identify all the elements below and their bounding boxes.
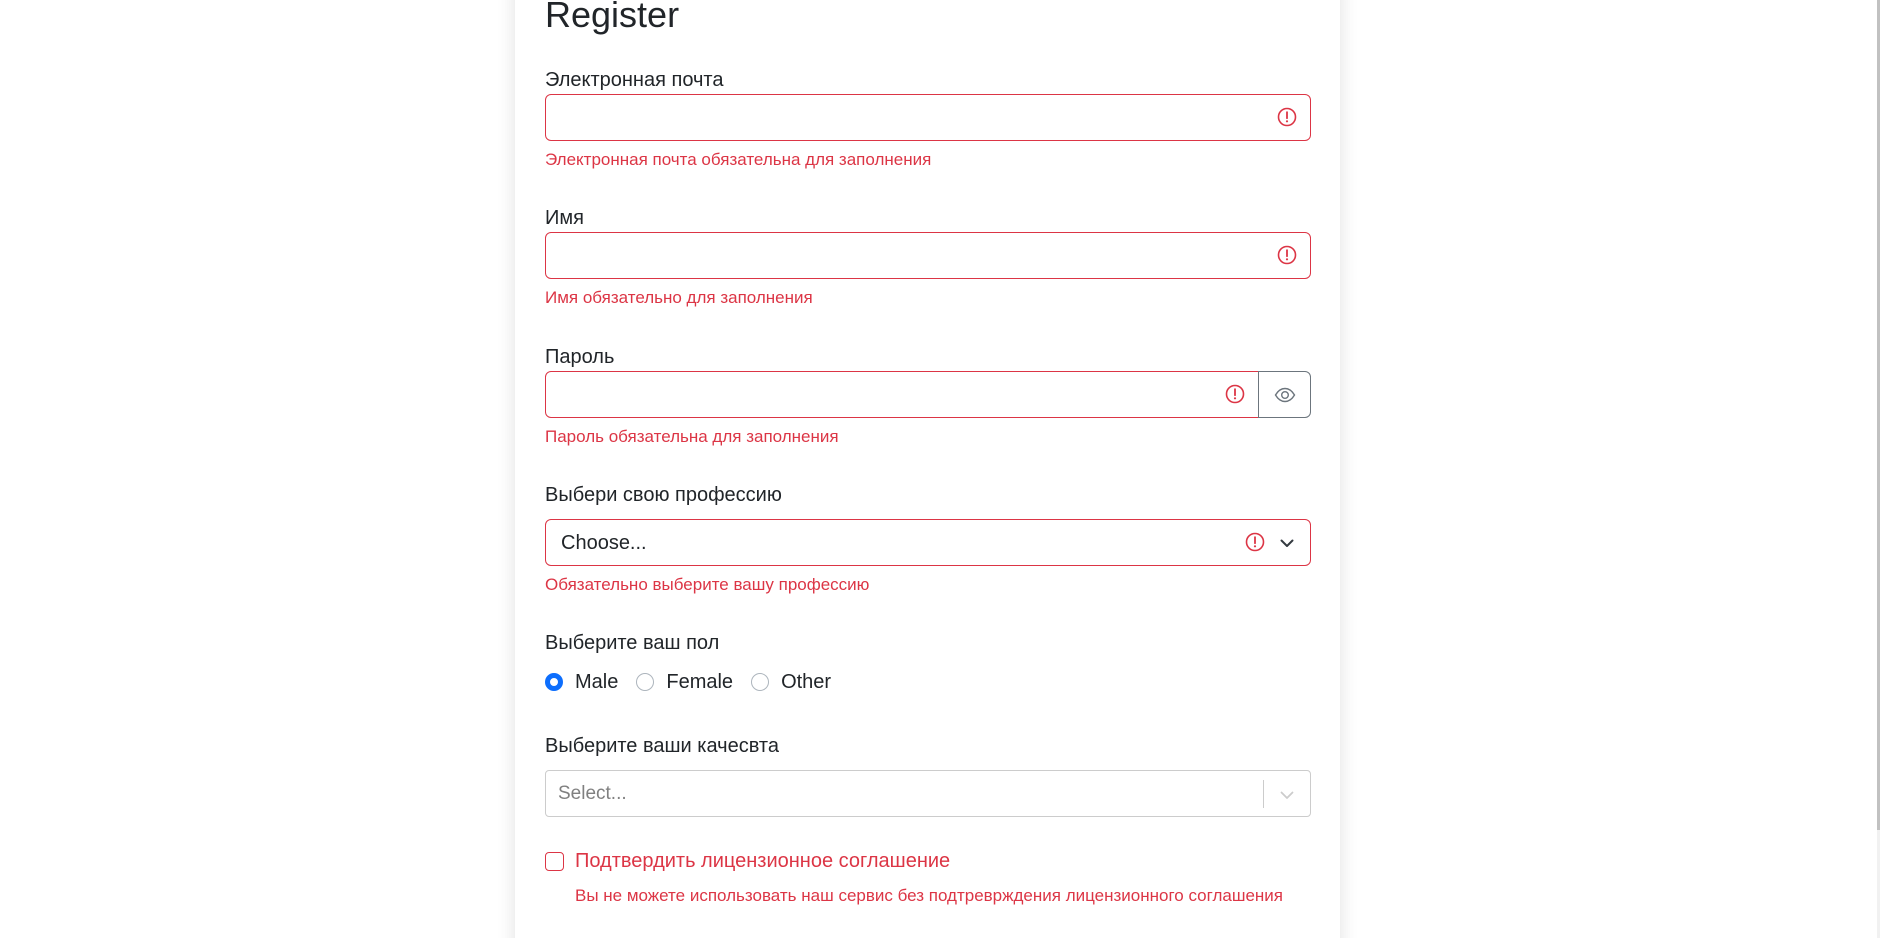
error-icon [1225, 384, 1245, 404]
gender-label: Выберите ваш пол [545, 632, 720, 654]
license-checkbox[interactable] [545, 852, 564, 871]
gender-option-female[interactable]: Female [636, 671, 733, 694]
profession-selected-value: Choose... [561, 532, 647, 554]
name-error-text: Имя обязательно для заполнения [545, 288, 813, 307]
radio-label: Other [781, 670, 832, 693]
toggle-password-visibility-button[interactable] [1258, 371, 1311, 418]
radio-male[interactable] [545, 673, 563, 691]
qualities-label: Выберите ваши качесвта [545, 735, 779, 757]
email-field[interactable] [560, 96, 1260, 139]
qualities-placeholder: Select... [558, 783, 627, 804]
email-field-wrapper [545, 94, 1311, 141]
error-icon [1245, 532, 1265, 552]
qualities-multiselect[interactable]: Select... [545, 770, 1311, 817]
password-field-wrapper [545, 371, 1259, 418]
license-error-text: Вы не можете использовать наш сервис без… [575, 886, 1284, 905]
password-error-text: Пароль обязательна для заполнения [545, 427, 839, 446]
radio-other[interactable] [751, 673, 770, 691]
name-field[interactable] [560, 234, 1260, 277]
gender-option-other[interactable]: Other [751, 671, 831, 694]
gender-radio-group: Male Female Other [545, 669, 849, 695]
profession-error-text: Обязательно выберите вашу профессию [545, 575, 870, 594]
radio-label: Female [666, 670, 734, 693]
chevron-down-icon [1280, 539, 1294, 547]
error-icon [1277, 245, 1297, 265]
eye-icon [1274, 387, 1295, 402]
chevron-down-icon[interactable] [1278, 786, 1296, 804]
license-label[interactable]: Подтвердить лицензионное соглашение [575, 850, 950, 873]
radio-label: Male [575, 670, 619, 693]
profession-label: Выбери свою профессию [545, 484, 782, 506]
error-icon [1277, 107, 1297, 127]
email-error-text: Электронная почта обязательна для заполн… [545, 150, 932, 169]
license-check-row: Подтвердить лицензионное соглашение [545, 850, 950, 873]
name-field-wrapper [545, 232, 1311, 279]
gender-option-male[interactable]: Male [545, 671, 618, 694]
password-field[interactable] [560, 373, 1210, 416]
password-label: Пароль [545, 346, 615, 368]
page-title: Register [545, 0, 680, 35]
page: Register Электронная почта Электронная п… [0, 0, 1880, 938]
email-label: Электронная почта [545, 69, 724, 91]
profession-select[interactable]: Choose... [545, 519, 1311, 566]
radio-female[interactable] [636, 673, 655, 691]
indicator-separator [1263, 780, 1264, 808]
name-label: Имя [545, 207, 584, 229]
